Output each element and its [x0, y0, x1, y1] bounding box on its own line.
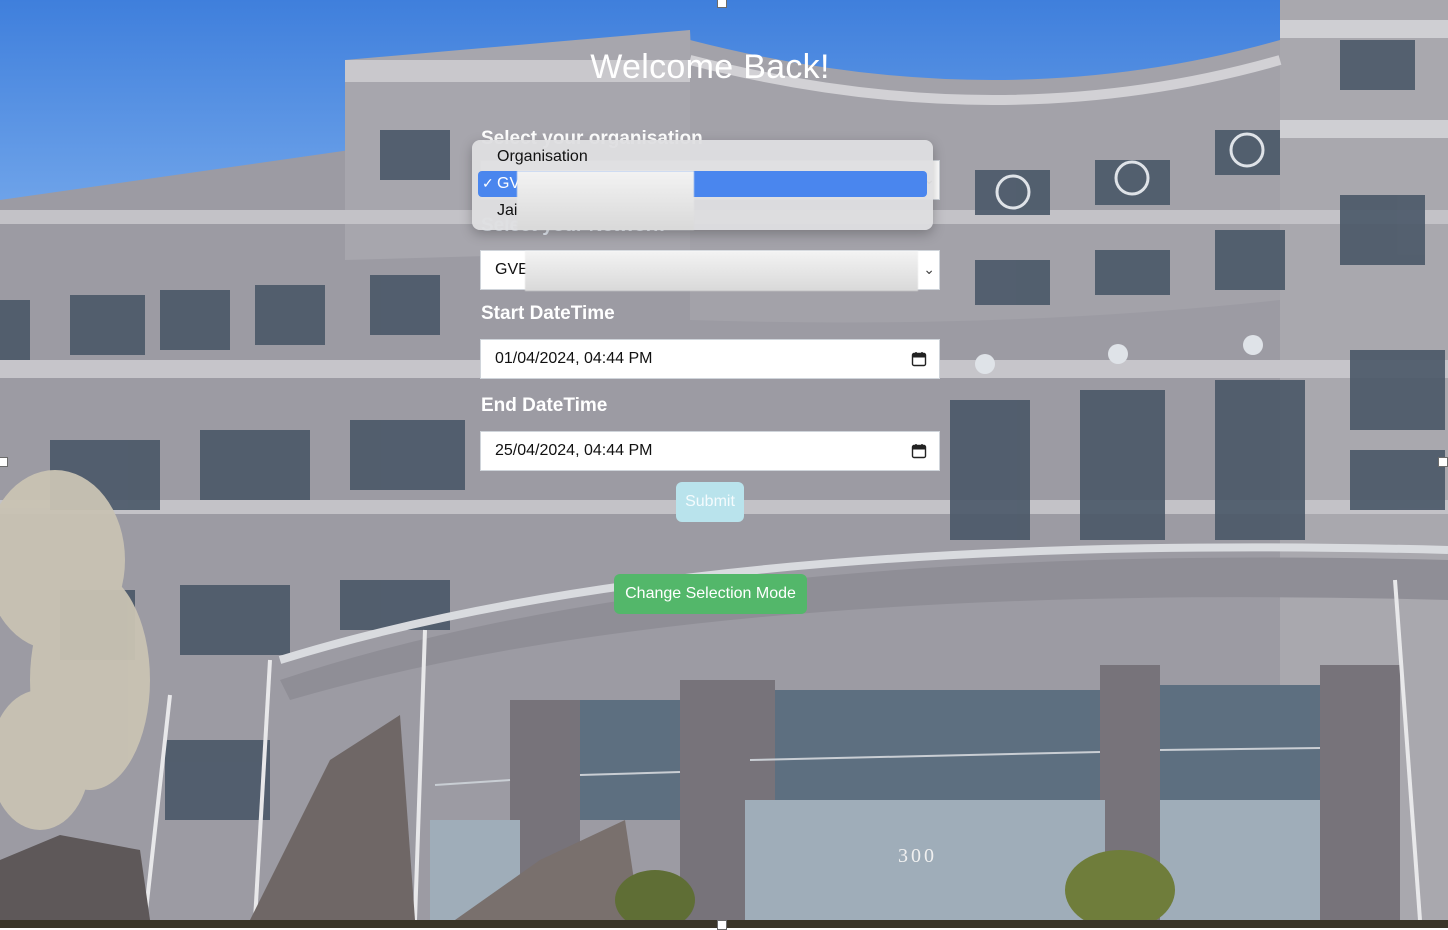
end-datetime-label: End DateTime: [481, 395, 608, 416]
start-datetime-value: 01/04/2024, 04:44 PM: [495, 350, 653, 367]
checkmark-icon: ✓: [482, 175, 494, 191]
submit-button[interactable]: Submit: [676, 482, 744, 522]
page-title: Welcome Back!: [590, 48, 830, 86]
calendar-icon[interactable]: [911, 443, 927, 459]
resize-handle-left[interactable]: [0, 457, 8, 467]
redaction-blur: [525, 251, 918, 291]
building-number: 300: [898, 845, 937, 867]
calendar-icon[interactable]: [911, 351, 927, 367]
redaction-blur: [517, 171, 694, 230]
change-selection-mode-button[interactable]: Change Selection Mode: [614, 574, 807, 614]
organisation-dropdown-menu[interactable]: Organisation ✓ GV Jai: [472, 140, 933, 230]
resize-handle-top[interactable]: [717, 0, 727, 8]
chevron-down-icon: ⌄: [923, 261, 935, 277]
end-datetime-value: 25/04/2024, 04:44 PM: [495, 442, 653, 459]
resize-handle-right[interactable]: [1438, 457, 1448, 467]
end-datetime-input[interactable]: 25/04/2024, 04:44 PM: [480, 431, 940, 471]
resize-handle-bottom[interactable]: [717, 920, 727, 930]
start-datetime-input[interactable]: 01/04/2024, 04:44 PM: [480, 339, 940, 379]
start-datetime-label: Start DateTime: [481, 303, 615, 324]
dropdown-option[interactable]: Organisation: [478, 144, 927, 170]
network-select-value: GVE: [495, 261, 529, 278]
network-select[interactable]: GVE ⌄: [480, 250, 940, 291]
